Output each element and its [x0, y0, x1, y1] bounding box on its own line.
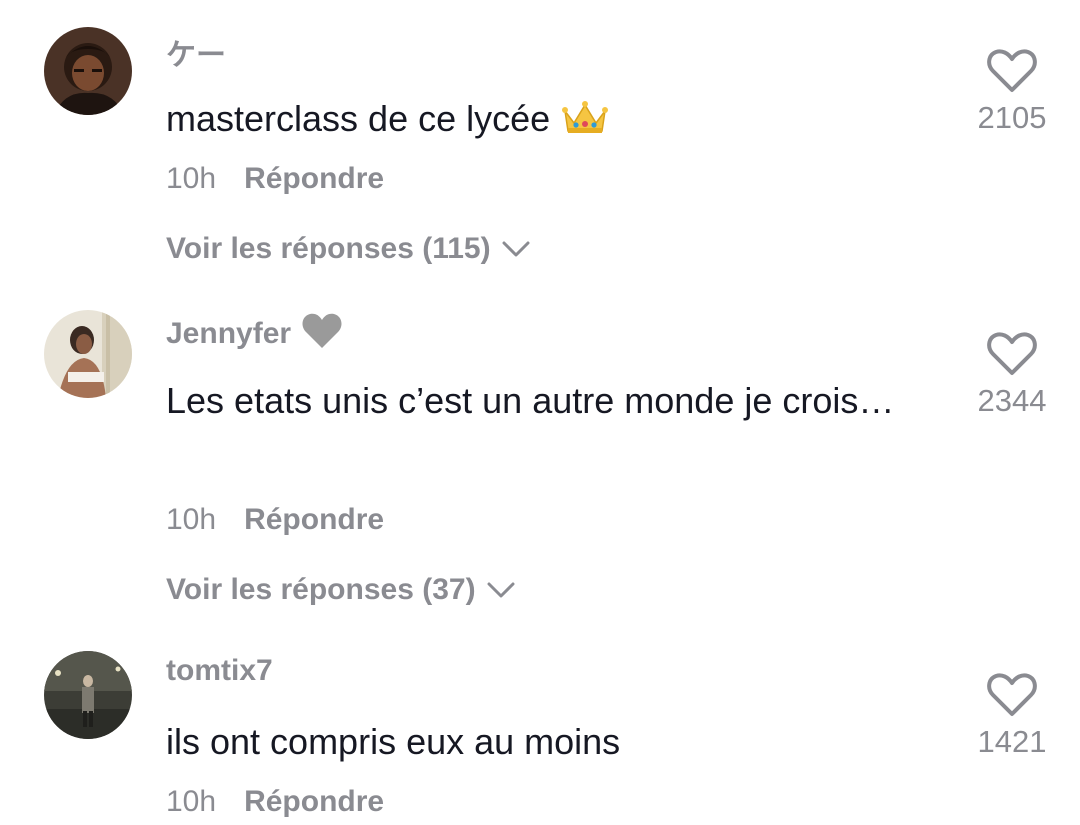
reply-button[interactable]: Répondre — [244, 162, 384, 195]
like-count: 2344 — [977, 383, 1047, 418]
like-button[interactable]: 1421 — [960, 672, 1064, 760]
chevron-down-icon — [501, 233, 531, 267]
comment-meta: 10h Répondre — [166, 162, 384, 196]
view-replies-label: Voir les réponses (37) — [166, 573, 476, 606]
like-button[interactable]: 2344 — [960, 331, 1064, 419]
grey-heart-icon — [301, 312, 343, 358]
like-count: 2105 — [977, 100, 1047, 135]
heart-outline-icon — [987, 332, 1037, 375]
comment-meta: 10h Répondre — [166, 503, 384, 537]
comment-meta: 10h Répondre — [166, 785, 384, 819]
chevron-down-icon — [486, 574, 516, 608]
comment-text: ils ont compris eux au moins — [166, 721, 621, 762]
reply-button[interactable]: Répondre — [244, 503, 384, 536]
crown-icon — [562, 94, 609, 152]
heart-outline-icon — [987, 673, 1037, 716]
avatar[interactable] — [44, 27, 132, 115]
comment-text-content: masterclass de ce lycée — [166, 98, 551, 139]
comment-time: 10h — [166, 785, 217, 818]
comment-time: 10h — [166, 503, 217, 536]
username-label: Jennyfer — [166, 316, 292, 350]
reply-button[interactable]: Répondre — [244, 785, 384, 818]
username[interactable]: tomtix7 — [166, 654, 273, 688]
avatar[interactable] — [44, 651, 132, 739]
view-replies-button[interactable]: Voir les réponses (115) — [166, 232, 531, 267]
view-replies-button[interactable]: Voir les réponses (37) — [166, 573, 516, 608]
like-count: 1421 — [977, 724, 1047, 759]
comment-text: masterclass de ce lycée — [166, 90, 926, 152]
username[interactable]: ケー — [166, 30, 226, 74]
heart-outline-icon — [987, 49, 1037, 92]
view-replies-label: Voir les réponses (115) — [166, 232, 491, 265]
comment-time: 10h — [166, 162, 217, 195]
avatar[interactable] — [44, 310, 132, 398]
username[interactable]: Jennyfer — [166, 312, 343, 358]
like-button[interactable]: 2105 — [960, 48, 1064, 136]
comment-text: Les etats unis c’est un autre monde je c… — [166, 380, 895, 421]
